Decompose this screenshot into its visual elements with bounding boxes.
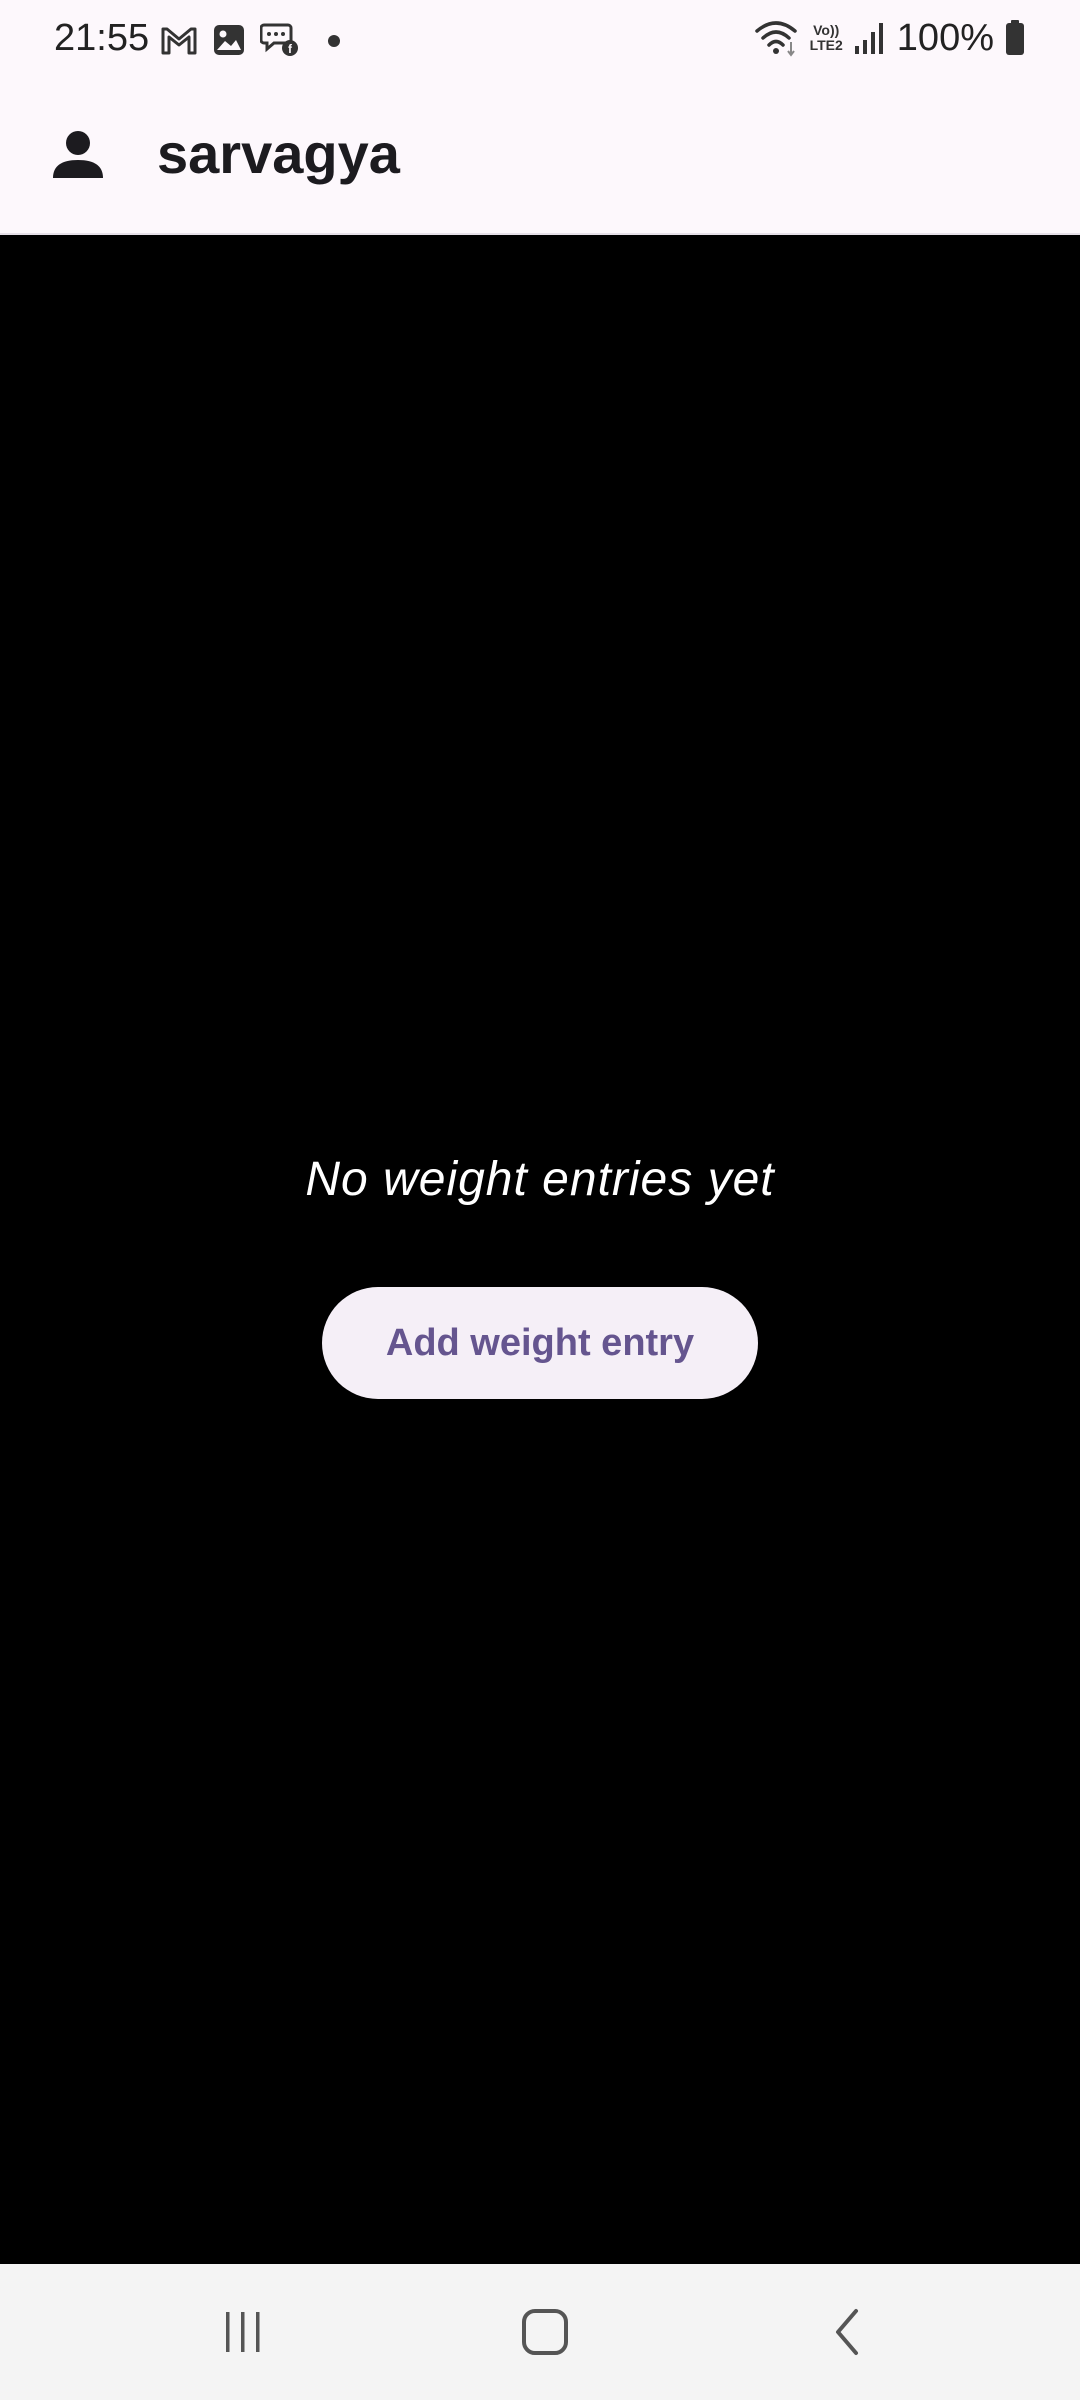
status-right-icons: Vo)) LTE2 100% bbox=[754, 14, 1026, 62]
battery-percent: 100% bbox=[896, 17, 994, 59]
recent-apps-icon bbox=[226, 2312, 260, 2352]
navigation-bar bbox=[0, 2264, 1080, 2400]
status-time: 21:55 bbox=[54, 17, 150, 59]
user-name: sarvagya bbox=[157, 122, 400, 185]
lte-network-label: LTE2 bbox=[809, 37, 843, 53]
person-icon[interactable] bbox=[50, 126, 106, 182]
empty-state-message: No weight entries yet bbox=[305, 1153, 775, 1206]
gmail-icon bbox=[161, 27, 197, 55]
gallery-icon bbox=[214, 25, 244, 55]
lte-indicator: Vo)) LTE2 bbox=[810, 23, 843, 53]
recent-apps-button[interactable] bbox=[203, 2302, 283, 2362]
back-icon bbox=[836, 2309, 858, 2355]
notification-dot-icon bbox=[328, 35, 340, 47]
back-button[interactable] bbox=[808, 2302, 888, 2362]
home-icon bbox=[522, 2309, 568, 2355]
add-weight-entry-button[interactable]: Add weight entry bbox=[322, 1287, 758, 1399]
status-bar: 21:55 f Vo)) LTE2 100% bbox=[0, 0, 1080, 76]
main-content: No weight entries yet Add weight entry bbox=[0, 235, 1080, 2264]
chat-icon: f bbox=[260, 23, 298, 56]
home-button[interactable] bbox=[505, 2302, 585, 2362]
wifi-icon bbox=[754, 21, 797, 57]
status-left-icons: f bbox=[160, 18, 344, 62]
battery-icon bbox=[1006, 20, 1024, 55]
app-bar: sarvagya bbox=[0, 76, 1080, 235]
signal-icon bbox=[854, 23, 883, 54]
lte-volte-label: Vo)) bbox=[813, 22, 840, 38]
